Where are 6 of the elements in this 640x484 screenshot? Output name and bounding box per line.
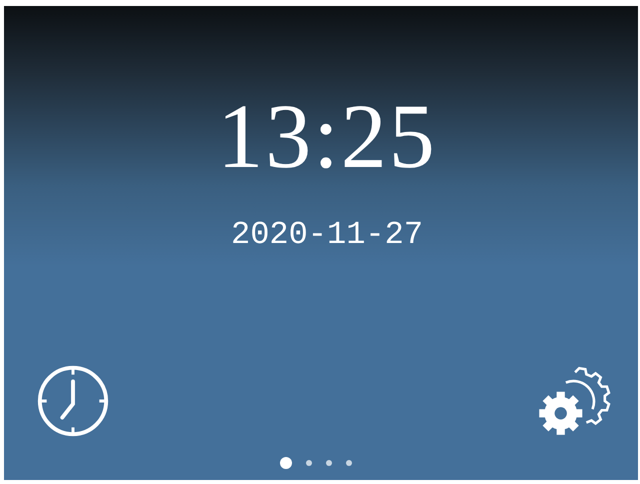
page-dot[interactable] bbox=[346, 460, 352, 466]
date-display: 2020-11-27 bbox=[230, 218, 424, 252]
page-dot[interactable] bbox=[280, 457, 292, 469]
page-dot[interactable] bbox=[306, 460, 312, 466]
time-display: 13:25 bbox=[217, 90, 437, 182]
page-dot[interactable] bbox=[326, 460, 332, 466]
